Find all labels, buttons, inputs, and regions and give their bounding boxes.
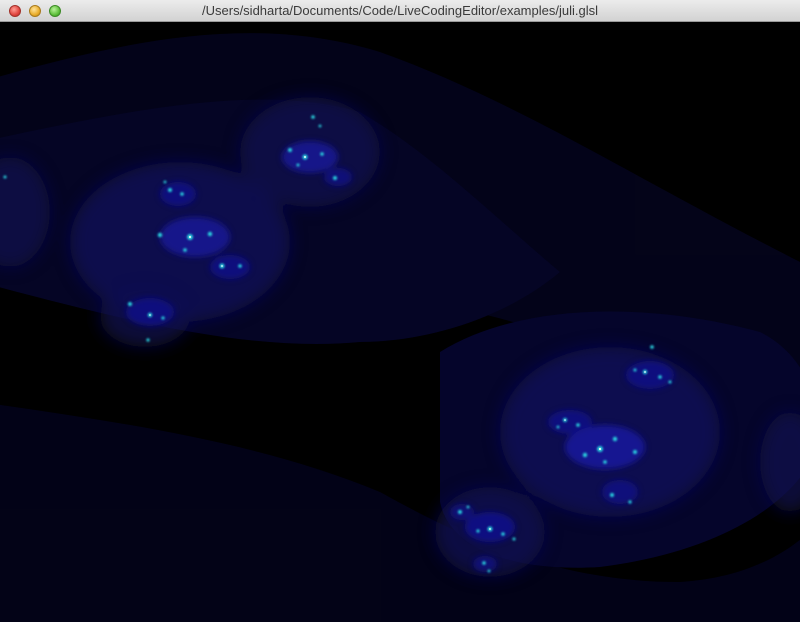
title-bar[interactable]: /Users/sidharta/Documents/Code/LiveCodin… (0, 0, 800, 22)
app-window: /Users/sidharta/Documents/Code/LiveCodin… (0, 0, 800, 622)
julia-fractal-render (0, 22, 800, 622)
minimize-button[interactable] (29, 5, 41, 17)
shader-render-canvas[interactable] (0, 22, 800, 622)
window-title: /Users/sidharta/Documents/Code/LiveCodin… (202, 3, 598, 18)
close-button[interactable] (9, 5, 21, 17)
zoom-button[interactable] (49, 5, 61, 17)
